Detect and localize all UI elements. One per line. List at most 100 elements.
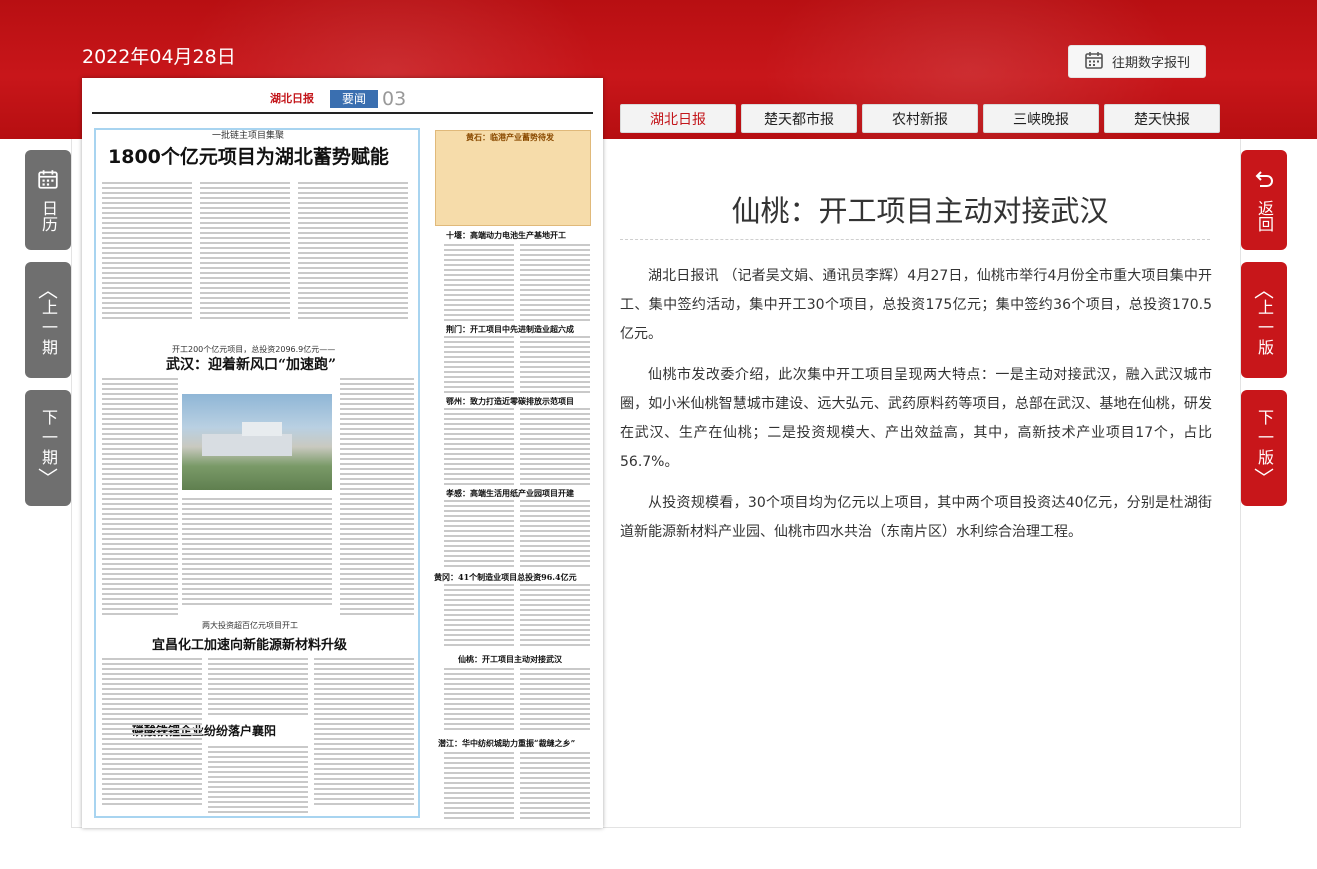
text-line [102,312,192,314]
text-line [340,488,414,490]
archive-button[interactable]: 往期数字报刊 [1068,45,1206,78]
text-line [444,565,514,567]
text-line [340,413,414,415]
text-line [102,267,192,269]
tab-chutian-express[interactable]: 楚天快报 [1104,104,1220,133]
text-line [444,762,514,764]
text-line [520,264,590,266]
text-line [444,698,514,700]
right-headline[interactable]: 黄冈：41个制造业项目总投资96.4亿元 [434,572,577,583]
text-line [182,528,332,530]
wuhan-headline[interactable]: 武汉：迎着新风口“加速跑” [166,354,336,374]
text-line [200,227,290,229]
text-line [208,781,308,783]
text-line [102,423,178,425]
newspaper-page-image[interactable]: 湖北日报 要闻 03 一批链主项目集聚 1800个亿元项目为湖北蓄势赋能 开工2… [82,78,603,828]
text-line [102,793,202,795]
text-line [444,361,514,363]
back-button[interactable]: 返回 [1241,150,1287,250]
text-line [444,294,514,296]
text-line [102,798,202,800]
text-line [314,698,414,700]
right-headline[interactable]: 黄石：临港产业蓄势待发 [466,132,554,143]
text-line [444,351,514,353]
paper-tabs: 湖北日报 楚天都市报 农村新报 三峡晚报 楚天快报 [620,104,1220,133]
text-line [182,553,332,555]
right-headline[interactable]: 十堰：高端动力电池生产基地开工 [446,230,566,241]
right-headline[interactable]: 潜江：华中纺织城助力重振“裁缝之乡” [438,738,575,749]
text-line [520,478,590,480]
text-line [102,232,192,234]
prev-page-button[interactable]: ︿ 上一版 [1241,262,1287,378]
text-line [314,668,414,670]
text-line [200,242,290,244]
right-headline[interactable]: 仙桃：开工项目主动对接武汉 [458,654,562,665]
text-line [200,247,290,249]
text-line [444,708,514,710]
text-line [200,312,290,314]
text-line [444,782,514,784]
text-line [444,530,514,532]
text-line [444,468,514,470]
tab-rural-news[interactable]: 农村新报 [862,104,978,133]
prev-issue-button[interactable]: ︿ 上一期 [25,262,71,378]
text-line [444,703,514,705]
text-line [340,398,414,400]
text-line [208,811,308,813]
text-line [444,599,514,601]
tab-hubei-daily[interactable]: 湖北日报 [620,104,736,133]
prev-issue-label: 上一期 [39,299,58,359]
text-line [520,289,590,291]
next-page-button[interactable]: 下一版 ﹀ [1241,390,1287,506]
text-line [444,584,514,586]
text-line [314,783,414,785]
text-line [520,614,590,616]
tab-three-gorges-evening[interactable]: 三峡晚报 [983,104,1099,133]
text-line [102,277,192,279]
text-line [520,545,590,547]
text-line [444,718,514,720]
text-line [182,523,332,525]
text-line [444,639,514,641]
tab-chutian-metropolis[interactable]: 楚天都市报 [741,104,857,133]
text-line [314,803,414,805]
lead-headline[interactable]: 1800个亿元项目为湖北蓄势赋能 [108,142,389,169]
text-line [444,453,514,455]
text-line [520,381,590,383]
right-headline[interactable]: 荆门：开工项目中先进制造业超六成 [446,324,574,335]
text-line [444,797,514,799]
text-line [298,262,408,264]
text-line [444,319,514,321]
text-line [208,668,308,670]
text-line [340,573,414,575]
text-line [102,398,178,400]
text-line [520,361,590,363]
text-line [444,545,514,547]
right-headline[interactable]: 孝感：高端生活用纸产业园项目开建 [446,488,574,499]
text-line [340,498,414,500]
text-line [444,614,514,616]
next-issue-button[interactable]: 下一期 ﹀ [25,390,71,506]
text-line [102,523,178,525]
text-line [298,287,408,289]
text-line [102,743,202,745]
text-line [102,688,202,690]
text-line [102,758,202,760]
text-line [444,473,514,475]
text-line [340,408,414,410]
prev-page-label: 上一版 [1255,299,1274,359]
text-line [102,568,178,570]
text-line [444,688,514,690]
text-line [102,222,192,224]
back-label: 返回 [1255,200,1274,232]
yichang-headline[interactable]: 宜昌化工加速向新能源新材料升级 [152,634,347,653]
text-line [314,678,414,680]
text-line [102,408,178,410]
right-headline[interactable]: 鄂州：致力打造近零碳排放示范项目 [446,396,574,407]
calendar-button[interactable]: 日历 [25,150,71,250]
text-line [520,254,590,256]
huangshi-highlight [435,130,591,226]
text-line [520,448,590,450]
text-line [444,289,514,291]
text-line [200,307,290,309]
